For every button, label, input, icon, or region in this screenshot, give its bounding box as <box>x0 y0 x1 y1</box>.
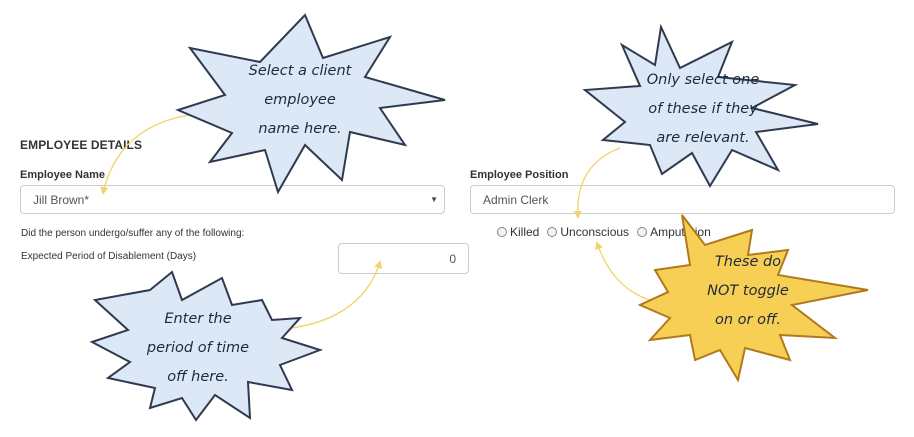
callout-period-line: Enter the <box>164 311 232 327</box>
callout-toggle-line: These do <box>714 254 782 270</box>
callout-position-line: of these if they <box>648 101 758 117</box>
callout-period-line: off here. <box>167 369 229 385</box>
arrow-to-radios <box>573 147 621 219</box>
callout-position: Only select one of these if they are rel… <box>628 66 778 153</box>
arrow-to-toggle <box>595 241 663 304</box>
callout-period-line: period of time <box>146 340 250 356</box>
callout-position-line: Only select one <box>646 72 760 88</box>
callout-period: Enter the period of time off here. <box>138 305 258 392</box>
callout-position-line: are relevant. <box>656 130 750 146</box>
callout-name: Select a client employee name here. <box>220 57 380 144</box>
callout-name-line: name here. <box>258 121 342 137</box>
arrow-to-name <box>100 112 206 195</box>
callout-name-line: Select a client <box>248 63 352 79</box>
callout-toggle: These do NOT toggle on or off. <box>688 248 808 335</box>
callout-toggle-line: NOT toggle <box>707 283 789 299</box>
callout-toggle-line: on or off. <box>714 312 782 328</box>
callout-name-line: employee <box>264 92 336 108</box>
